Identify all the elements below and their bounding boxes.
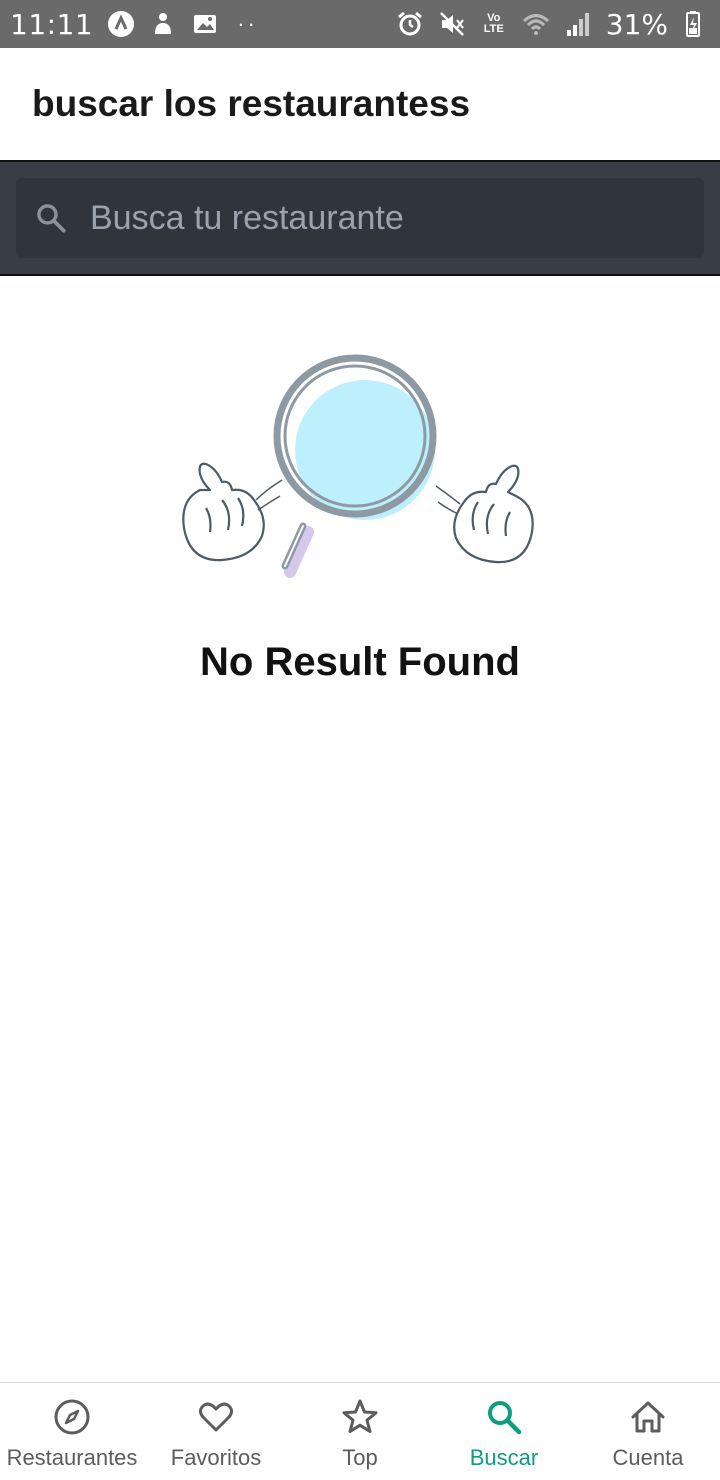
page-title: buscar los restaurantess bbox=[32, 83, 471, 124]
bottom-nav: Restaurantes Favoritos Top Buscar Cuenta bbox=[0, 1382, 720, 1480]
alarm-icon bbox=[396, 10, 424, 38]
no-results-message: No Result Found bbox=[200, 640, 520, 684]
home-icon bbox=[631, 1401, 665, 1433]
status-left: 11:11 ·· bbox=[10, 8, 258, 41]
image-icon bbox=[191, 10, 219, 38]
search-icon bbox=[488, 1401, 522, 1435]
wifi-icon bbox=[522, 10, 550, 38]
search-icon bbox=[37, 204, 66, 233]
mute-icon bbox=[438, 10, 466, 38]
nav-label-cuenta: Cuenta bbox=[612, 1445, 684, 1470]
app-header: buscar los restaurantess bbox=[0, 48, 720, 160]
notification-icon bbox=[149, 10, 177, 38]
nav-item-favoritos[interactable]: Favoritos bbox=[144, 1383, 288, 1480]
search-bar-container bbox=[0, 160, 720, 276]
nav-item-top[interactable]: Top bbox=[288, 1383, 432, 1480]
no-results-illustration bbox=[182, 354, 534, 578]
nav-label-favoritos: Favoritos bbox=[170, 1445, 262, 1470]
search-box[interactable] bbox=[16, 178, 704, 258]
android-icon bbox=[107, 10, 135, 38]
more-notifications-icon: ·· bbox=[237, 11, 258, 36]
star-icon bbox=[342, 1399, 378, 1433]
nav-item-buscar[interactable]: Buscar bbox=[432, 1383, 576, 1480]
compass-icon bbox=[54, 1399, 90, 1435]
status-bar: 11:11 ·· Vo LTE 31% bbox=[0, 0, 720, 48]
search-input[interactable] bbox=[90, 188, 704, 248]
nav-label-restaurantes: Restaurantes bbox=[6, 1445, 138, 1470]
status-time: 11:11 bbox=[10, 7, 94, 41]
signal-icon bbox=[564, 10, 592, 38]
status-right: Vo LTE 31% bbox=[396, 8, 710, 41]
nav-label-buscar: Buscar bbox=[469, 1445, 539, 1470]
nav-label-top: Top bbox=[342, 1445, 378, 1470]
battery-icon bbox=[682, 10, 710, 38]
battery-percent: 31% bbox=[605, 7, 668, 41]
volte-icon: Vo LTE bbox=[483, 12, 504, 35]
heart-icon bbox=[199, 1402, 233, 1432]
nav-item-cuenta[interactable]: Cuenta bbox=[576, 1383, 720, 1480]
nav-item-restaurantes[interactable]: Restaurantes bbox=[0, 1383, 144, 1480]
